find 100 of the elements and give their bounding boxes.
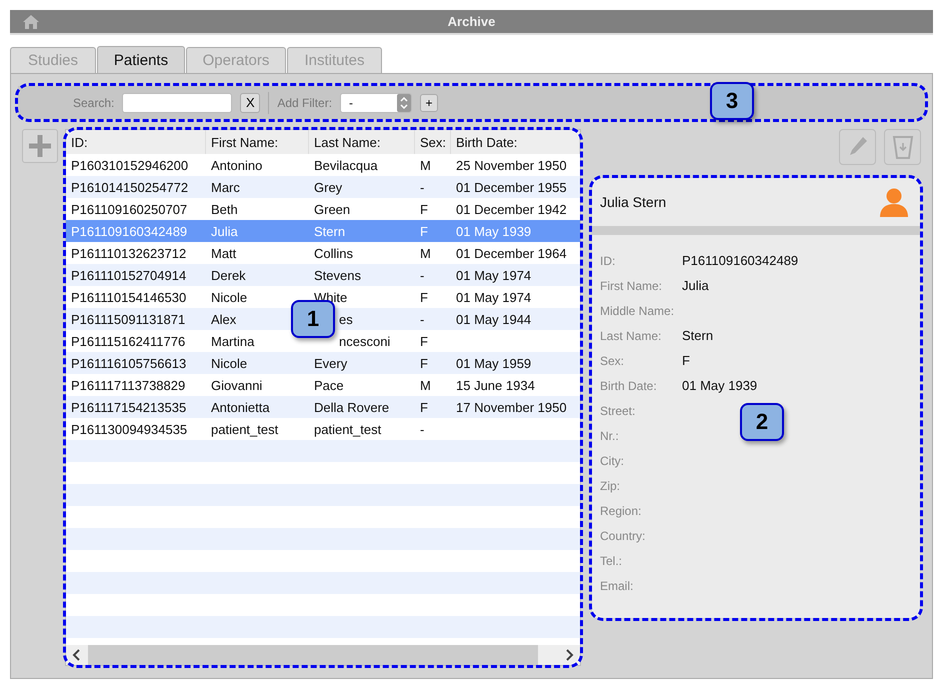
field-label: Sex: [600,354,626,368]
field-label: First Name: [600,278,664,292]
table-row[interactable]: P161116105756613 Nicole Every F 01 May 1959 [66,352,580,374]
table-cell: P161115162411776 [71,334,186,348]
field-value: P161109160342489 [682,253,800,268]
table-cell: M [420,158,431,172]
table-cell: 17 November 1950 [456,400,567,414]
table-row[interactable]: P161014150254772 Marc Grey - 01 December 1955 [66,176,580,198]
table-cell: Alex [211,312,236,326]
table-row[interactable]: P161109160250707 Beth Green F 01 December 1942 [66,198,580,220]
table-cell: - [420,422,424,436]
add-filter-button[interactable]: + [420,94,438,112]
table-cell: 01 May 1939 [456,224,532,238]
table-cell: P161014150254772 [71,180,188,194]
field-label: Nr.: [600,428,620,442]
window-title: Archive [448,14,496,29]
home-icon[interactable] [22,14,40,30]
table-cell: ncesconi [339,334,390,348]
field-label: Birth Date: [600,378,658,392]
table-cell: P161109160250707 [71,202,188,216]
tab[interactable]: Patients [97,46,185,73]
table-cell: es [339,312,353,326]
table-cell: P161110132623712 [71,246,186,260]
field-value: Stern [682,328,714,343]
table-cell: Della Rovere [314,400,390,414]
filter-label: Add Filter: [277,96,332,110]
table-cell: Giovanni [211,378,262,392]
table-row[interactable]: P161130094934535 patient_test patient_test - [66,418,580,440]
table-cell: Grey [314,180,342,194]
table-cell: P161110152704914 [71,268,186,282]
table-row[interactable]: P160310152946200 Antonino Bevilacqua M 25 November 1950 [66,154,580,176]
delete-button[interactable] [884,129,921,165]
table-cell: Collins [314,246,354,260]
column-header[interactable]: Sex: [415,130,451,154]
table-cell: F [420,224,428,238]
field-label: Street: [600,404,636,418]
edit-button[interactable] [839,129,876,165]
table-cell: Antonietta [211,400,270,414]
callout-number: 3 [710,82,754,120]
table-cell: F [420,290,428,304]
table-cell: Nicole [211,290,248,304]
search-label: Search: [73,96,114,110]
table-cell: Stevens [314,268,361,282]
field-label: Tel.: [600,554,624,568]
field-value: F [682,353,691,368]
field-label: Middle Name: [600,304,676,318]
table-cell: F [420,334,428,348]
field-label: Country: [600,528,646,542]
table-cell: - [420,312,424,326]
table-row[interactable]: P161110152704914 Derek Stevens - 01 May 1974 [66,264,580,286]
table-row[interactable]: P161110132623712 Matt Collins M 01 December 1964 [66,242,580,264]
table-cell: 01 December 1955 [456,180,567,194]
plus-icon [27,133,53,159]
table-cell: - [420,268,424,282]
column-header[interactable]: Birth Date: [451,130,580,154]
table-cell: 01 May 1974 [456,268,532,282]
table-cell: P161117113738829 [71,378,186,392]
clear-button[interactable]: X [240,92,260,112]
table-cell: Marc [211,180,240,194]
column-header[interactable]: Last Name: [309,130,415,154]
person-icon [878,186,910,218]
table-cell: Every [314,356,348,370]
table-cell: P161116105756613 [71,356,186,370]
table-cell: P161115091131871 [71,312,186,326]
field-label: ID: [600,254,616,268]
field-label: Zip: [600,478,622,492]
spinner-icon[interactable] [397,94,412,112]
table-cell: P161117154213535 [71,400,186,414]
table-cell: F [420,400,428,414]
field-value: 01 May 1939 [682,378,758,393]
table-cell: Nicole [211,356,248,370]
search-field[interactable] [122,92,232,112]
table-cell: Derek [211,268,246,282]
table-cell: 01 December 1964 [456,246,567,260]
table-cell: Green [314,202,350,216]
field-label: City: [600,454,625,468]
table-cell: 01 December 1942 [456,202,567,216]
table-cell: - [420,180,424,194]
table-cell: P161130094934535 [71,422,188,436]
table-cell: 01 May 1959 [456,356,532,370]
table-cell: patient_test [211,422,278,436]
callout-number: 2 [740,403,784,441]
table-cell: Matt [211,246,236,260]
table-row[interactable]: P161117154213535 Antonietta Della Rovere F 17 November 1950 [66,396,580,418]
table-cell: Antonino [211,158,262,172]
filter-dropdown[interactable]: - [340,92,412,112]
table-row[interactable]: P161117113738829 Giovanni Pace M 15 June 1934 [66,374,580,396]
add-button[interactable] [22,129,58,163]
table-cell: M [420,378,431,392]
table-cell: P160310152946200 [71,158,188,172]
table-cell: 25 November 1950 [456,158,567,172]
table-cell: 15 June 1934 [456,378,535,392]
table-cell: F [420,356,428,370]
column-header[interactable]: First Name: [206,130,309,154]
table-cell: P161110154146530 [71,290,186,304]
table-cell: M [420,246,431,260]
table-cell: F [420,202,428,216]
field-label: Last Name: [600,328,662,342]
column-header[interactable]: ID: [66,130,206,154]
field-value: Julia [682,278,710,293]
